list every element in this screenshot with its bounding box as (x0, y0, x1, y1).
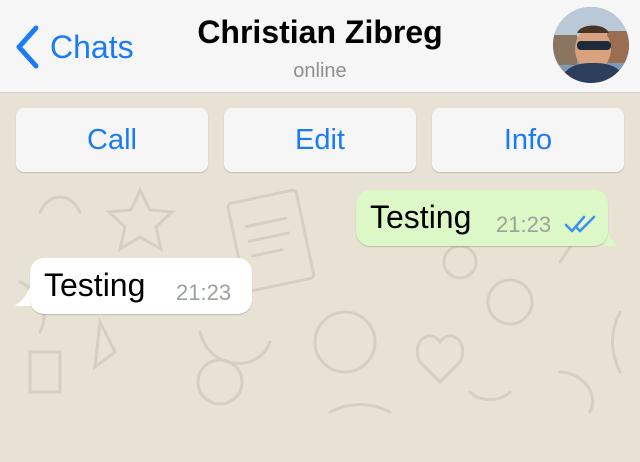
message-time: 21:23 (176, 280, 232, 305)
call-button[interactable]: Call (16, 108, 208, 172)
contact-actions: Call Edit Info (16, 108, 624, 172)
navigation-bar: Chats Christian Zibreg online (0, 0, 640, 93)
message-text: Testing (44, 267, 146, 303)
incoming-bubble-tail (14, 282, 32, 306)
contact-status: online (293, 60, 347, 82)
incoming-message[interactable]: Testing 21:23 (30, 258, 252, 314)
avatar[interactable] (553, 7, 629, 83)
message-time: 21:23 (496, 212, 552, 237)
double-check-icon (564, 215, 596, 233)
avatar-photo (553, 7, 629, 83)
message-text: Testing (370, 199, 472, 235)
info-button[interactable]: Info (432, 108, 624, 172)
outgoing-message[interactable]: Testing 21:23 (356, 190, 608, 246)
edit-button[interactable]: Edit (224, 108, 416, 172)
contact-name[interactable]: Christian Zibreg (0, 14, 640, 51)
